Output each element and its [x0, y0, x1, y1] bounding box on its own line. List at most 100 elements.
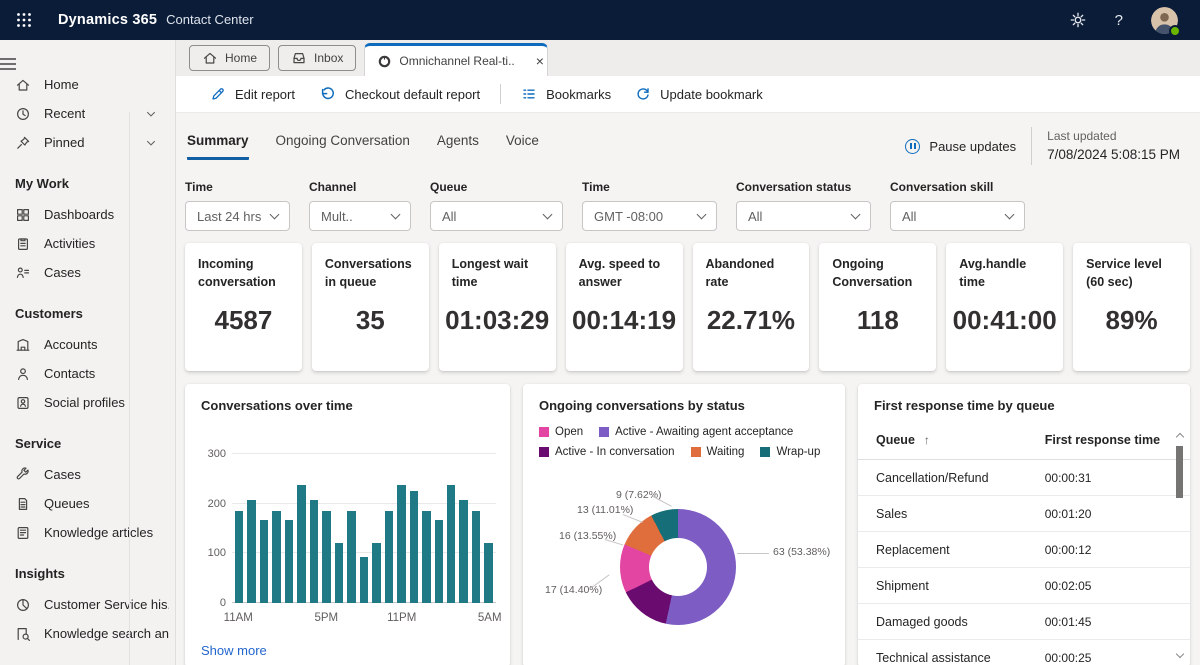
sidebar-item-home[interactable]: Home — [0, 70, 175, 99]
sidebar-item-knowledge-articles[interactable]: Knowledge articles — [0, 518, 175, 547]
legend-item-open[interactable]: Open — [539, 426, 583, 438]
kpi-card-longest-wait-time: Longest wait time 01:03:29 — [438, 243, 556, 371]
sidebar-item-cases[interactable]: Cases — [0, 258, 175, 287]
bar[interactable] — [471, 511, 481, 603]
app-tab-home[interactable]: Home — [189, 45, 271, 71]
scroll-down-icon[interactable] — [1175, 649, 1184, 659]
sidebar-item-contacts[interactable]: Contacts — [0, 359, 175, 388]
kpi-value: 00:14:19 — [572, 305, 677, 335]
bar[interactable] — [235, 511, 244, 603]
bar[interactable] — [297, 484, 306, 603]
sidebar-item-accounts[interactable]: Accounts — [0, 330, 175, 359]
close-tab-icon[interactable]: × — [536, 54, 544, 68]
bar[interactable] — [372, 543, 381, 603]
settings-gear-icon[interactable] — [1069, 11, 1087, 29]
kpi-value: 4587 — [214, 305, 273, 335]
legend-item-waiting[interactable]: Waiting — [690, 446, 744, 458]
bar[interactable] — [272, 511, 281, 603]
column-header-first-response-time[interactable]: First response time — [1045, 433, 1172, 447]
tab-voice[interactable]: Voice — [506, 133, 539, 160]
table-row-shipment[interactable]: Shipment 00:02:05 — [858, 568, 1190, 604]
filter-dropdown-conversation-skill[interactable]: All — [890, 201, 1025, 231]
table-scrollbar[interactable] — [1174, 432, 1186, 659]
table-row-technical-assistance[interactable]: Technical assistance 00:00:25 — [858, 640, 1190, 665]
table-row-damaged-goods[interactable]: Damaged goods 00:01:45 — [858, 604, 1190, 640]
knowledge-article-icon — [15, 525, 31, 541]
bar[interactable] — [334, 543, 344, 603]
bookmarks-button[interactable]: Bookmarks — [509, 76, 623, 112]
sidebar-item-dashboards[interactable]: Dashboards — [0, 200, 175, 229]
edit-report-button[interactable]: Edit report — [198, 76, 307, 112]
filter-dropdown-time[interactable]: GMT -08:00 — [582, 201, 717, 231]
table-row-replacement[interactable]: Replacement 00:00:12 — [858, 532, 1190, 568]
filter-dropdown-queue[interactable]: All — [430, 201, 563, 231]
first-response-time-cell: 00:00:12 — [1044, 542, 1092, 557]
table-row-sales[interactable]: Sales 00:01:20 — [858, 496, 1190, 532]
bar[interactable] — [397, 484, 406, 603]
chevron-down-icon — [696, 209, 707, 220]
sidebar-item-knowledge-search-an[interactable]: Knowledge search an.. — [0, 619, 175, 648]
checkout-default-report-button[interactable]: Checkout default report — [307, 76, 492, 112]
bar[interactable] — [322, 511, 331, 603]
app-tab-inbox[interactable]: Inbox — [278, 45, 357, 71]
sidebar-item-recent[interactable]: Recent — [0, 99, 175, 128]
pause-updates-button[interactable]: Pause updates — [905, 138, 1016, 154]
legend-swatch — [760, 447, 771, 457]
bar[interactable] — [434, 520, 443, 603]
legend-item-active-awaiting-agent-acceptance[interactable]: Active - Awaiting agent acceptance — [599, 426, 793, 438]
filter-dropdown-time[interactable]: Last 24 hrs — [185, 201, 290, 231]
column-header-queue[interactable]: Queue ↑ — [876, 433, 1045, 447]
sidebar-item-cases[interactable]: Cases — [0, 460, 175, 489]
bookmarks-icon — [521, 86, 537, 102]
legend-item-active-in-conversation[interactable]: Active - In conversation — [539, 446, 675, 458]
help-icon[interactable]: ? — [1115, 12, 1123, 29]
kpi-value: 00:41:00 — [952, 305, 1057, 335]
sidebar-item-customer-service-his[interactable]: Customer Service his... — [0, 590, 175, 619]
legend-item-wrap-up[interactable]: Wrap-up — [760, 446, 820, 458]
sidebar-item-pinned[interactable]: Pinned — [0, 128, 175, 157]
waffle-menu-icon[interactable] — [16, 12, 42, 28]
filter-dropdown-conversation-status[interactable]: All — [736, 201, 871, 231]
main-area: Home Inbox Omnichannel Real-ti.. × Edit … — [176, 40, 1200, 665]
ongoing-conversations-by-status-card: Ongoing conversations by status Open Act… — [523, 384, 845, 665]
table-title: First response time by queue — [874, 398, 1055, 413]
filter-queue-2: Queue All — [430, 180, 563, 231]
legend-swatch — [690, 447, 701, 457]
tab-agents[interactable]: Agents — [437, 133, 479, 160]
sidebar-item-activities[interactable]: Activities — [0, 229, 175, 258]
chevron-down-icon[interactable] — [145, 137, 157, 149]
user-avatar[interactable] — [1151, 6, 1181, 37]
report-canvas: Summary Ongoing Conversation Agents Voic… — [176, 113, 1200, 665]
bar[interactable] — [484, 543, 493, 603]
show-more-link[interactable]: Show more — [201, 643, 267, 658]
bar[interactable] — [384, 511, 394, 603]
bar[interactable] — [422, 511, 431, 603]
kpi-label: Service level (60 sec) — [1086, 257, 1162, 289]
tab-summary[interactable]: Summary — [187, 133, 249, 160]
bar[interactable] — [459, 500, 468, 603]
donut-chart[interactable] — [620, 509, 736, 625]
chevron-down-icon[interactable] — [145, 108, 157, 120]
table-row-cancellation-refund[interactable]: Cancellation/Refund 00:00:31 — [858, 460, 1190, 496]
bar[interactable] — [247, 500, 256, 603]
update-bookmark-button[interactable]: Update bookmark — [623, 76, 775, 112]
tab-ongoing-conversation[interactable]: Ongoing Conversation — [276, 133, 410, 160]
sidebar-item-queues[interactable]: Queues — [0, 489, 175, 518]
scroll-up-icon[interactable] — [1175, 432, 1184, 442]
sidebar-item-social-profiles[interactable]: Social profiles — [0, 388, 175, 417]
x-axis-tick: 5PM — [314, 612, 339, 624]
bar[interactable] — [259, 520, 269, 603]
hamburger-menu-icon[interactable] — [0, 58, 175, 70]
first-response-time-by-queue-card: First response time by queue Queue ↑ Firs… — [858, 384, 1190, 665]
bar[interactable] — [359, 556, 369, 603]
bar[interactable] — [284, 520, 294, 603]
first-response-time-cell: 00:01:20 — [1044, 506, 1092, 521]
bar[interactable] — [347, 511, 356, 603]
bar[interactable] — [409, 490, 419, 603]
scrollbar-thumb[interactable] — [1176, 446, 1183, 498]
bar[interactable] — [446, 484, 456, 603]
filter-dropdown-channel[interactable]: Mult.. — [309, 201, 411, 231]
bar[interactable] — [309, 500, 319, 603]
app-tab-omnichannel-real-ti[interactable]: Omnichannel Real-ti.. × — [364, 43, 549, 76]
queue-cell: Replacement — [876, 542, 950, 557]
